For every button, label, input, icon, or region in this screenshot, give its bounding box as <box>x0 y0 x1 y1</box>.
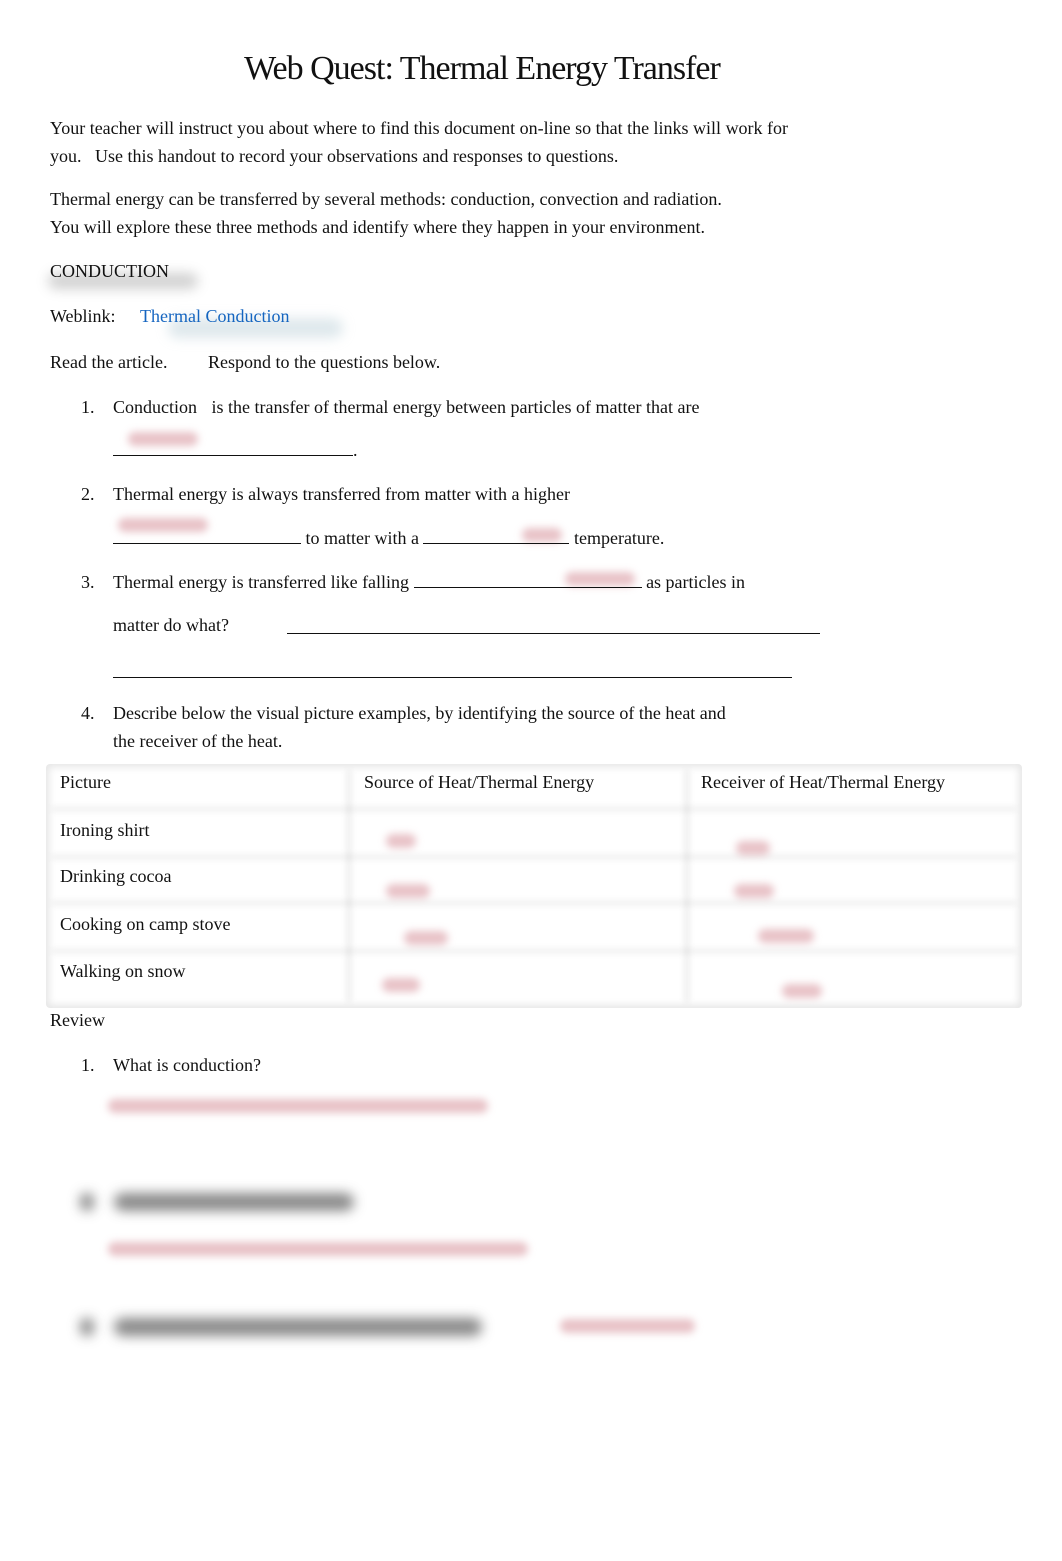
section-heading-conduction: CONDUCTION <box>50 261 169 281</box>
answer-blur <box>404 931 448 945</box>
question-2-blank-row: to matter with a temperature. <box>113 524 664 552</box>
question-number: 3. <box>81 572 95 592</box>
question-number: 1. <box>81 1055 95 1075</box>
answer-blur <box>782 984 822 998</box>
overview-line-2: You will explore these three methods and… <box>50 217 706 237</box>
answer-blur <box>386 834 416 848</box>
thermal-conduction-link[interactable]: Thermal Conduction <box>140 306 289 326</box>
overview-line-1: Thermal energy can be transferred by sev… <box>50 189 722 209</box>
review-question-3-blur <box>114 1318 482 1336</box>
table-header-source: Source of Heat/Thermal Energy <box>364 772 595 792</box>
answer-blur <box>386 884 430 898</box>
answer-line[interactable] <box>287 633 820 634</box>
question-3-after: as particles in <box>646 572 746 592</box>
intro-line-2: you. Use this handout to record your obs… <box>50 146 619 166</box>
question-number-blur <box>80 1318 94 1336</box>
answer-blur <box>382 978 420 992</box>
question-1-blank-row: . <box>113 436 358 464</box>
table-row-picture: Drinking cocoa <box>60 866 172 886</box>
review-question-1: What is conduction? <box>113 1055 261 1075</box>
punctuation: . <box>353 440 358 460</box>
weblink-row: Weblink: Thermal Conduction <box>50 302 290 330</box>
table-divider <box>346 770 352 1002</box>
answer-blur <box>736 841 770 855</box>
intro-paragraph: Your teacher will instruct you about whe… <box>50 114 788 170</box>
question-3-matter: matter do what? <box>113 615 229 635</box>
table-frame <box>46 764 1022 1008</box>
table-row-picture: Ironing shirt <box>60 820 150 840</box>
question-1-text: Conduction is the transfer of thermal en… <box>113 393 699 421</box>
answer-blank[interactable] <box>423 525 570 544</box>
question-number: 1. <box>81 397 95 417</box>
table-header-picture: Picture <box>60 772 111 792</box>
answer-blank[interactable] <box>413 569 642 588</box>
answer-blank[interactable] <box>113 437 353 456</box>
question-1-lead: Conduction <box>113 397 197 417</box>
page-title: Web Quest: Thermal Energy Transfer <box>244 50 721 87</box>
question-number-blur <box>80 1193 94 1211</box>
table-divider <box>52 900 1016 906</box>
table-row-picture: Cooking on camp stove <box>60 914 231 934</box>
table-header-receiver: Receiver of Heat/Thermal Energy <box>701 772 946 792</box>
question-1-body: is the transfer of thermal energy betwee… <box>211 397 700 417</box>
question-4-text: Describe below the visual picture exampl… <box>113 699 726 755</box>
intro-line-1: Your teacher will instruct you about whe… <box>50 118 789 138</box>
table-divider <box>52 854 1016 860</box>
question-number: 4. <box>81 703 95 723</box>
instructions-respond: Respond to the questions below. <box>207 352 441 372</box>
instructions-read: Read the article. <box>50 352 168 372</box>
question-3-body: Thermal energy is transferred like falli… <box>113 572 410 592</box>
weblink-label: Weblink: <box>50 306 116 326</box>
question-3-line-2: matter do what? <box>113 611 229 639</box>
question-4-line-1: Describe below the visual picture exampl… <box>113 703 726 723</box>
answer-line[interactable] <box>113 677 792 678</box>
overview-paragraph: Thermal energy can be transferred by sev… <box>50 185 722 241</box>
question-3-text: Thermal energy is transferred like falli… <box>113 568 745 596</box>
answer-blur <box>560 1319 695 1333</box>
answer-blank[interactable] <box>113 525 301 544</box>
answer-blur <box>108 1099 488 1113</box>
section-heading-review: Review <box>50 1010 105 1030</box>
table-divider <box>52 948 1016 954</box>
question-2-middle: to matter with a <box>305 528 419 548</box>
answer-blur <box>734 884 774 898</box>
table-divider <box>52 806 1016 812</box>
question-2-end: temperature. <box>573 528 665 548</box>
question-2-text: Thermal energy is always transferred fro… <box>113 484 570 504</box>
instructions-row: Read the article. Respond to the questio… <box>50 348 440 376</box>
answer-blur <box>758 929 814 943</box>
review-question-2-blur <box>114 1193 354 1211</box>
heat-transfer-table: Picture Source of Heat/Thermal Energy Re… <box>46 764 1022 1008</box>
question-number: 2. <box>81 484 95 504</box>
table-row-picture: Walking on snow <box>60 961 186 981</box>
answer-blur <box>108 1242 528 1256</box>
question-4-line-2: the receiver of the heat. <box>113 731 283 751</box>
table-divider <box>684 770 690 1002</box>
